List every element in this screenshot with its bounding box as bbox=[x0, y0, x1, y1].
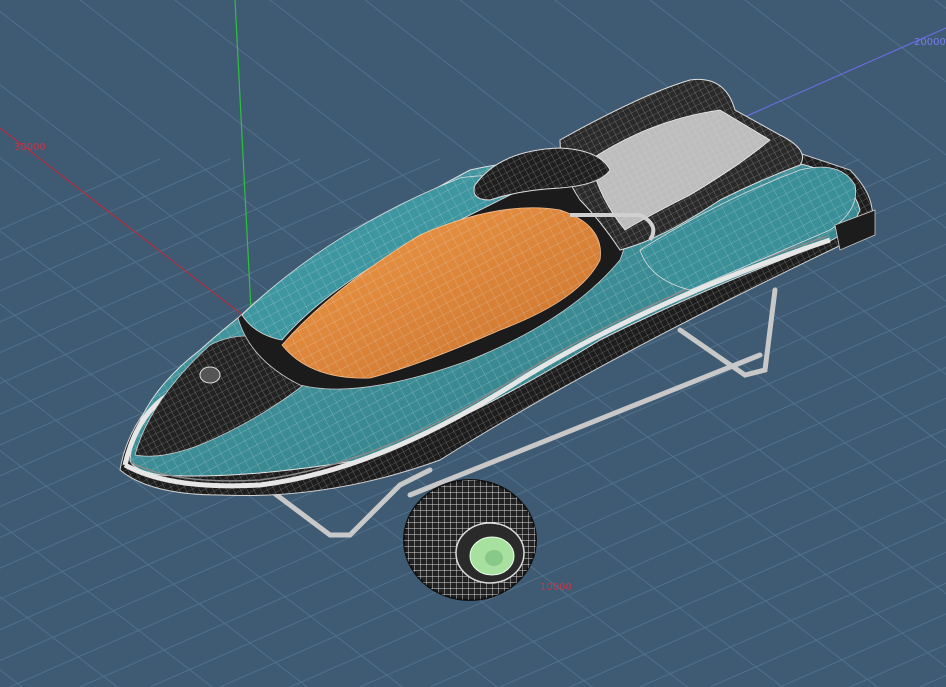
grid-line bbox=[919, 675, 946, 687]
grid-line bbox=[0, 596, 119, 687]
viewport-canvas[interactable]: 30000 10000 0 20000 10000 bbox=[0, 0, 946, 687]
wheel-hub-center bbox=[485, 550, 503, 566]
x-axis-label-far: 30000 bbox=[14, 142, 46, 153]
headlight bbox=[199, 366, 221, 384]
x-axis-label-near: 10000 bbox=[540, 582, 572, 593]
jetski-model[interactable] bbox=[119, 78, 876, 497]
trailer-wheel[interactable] bbox=[403, 479, 537, 601]
3d-viewport[interactable]: 30000 10000 0 20000 10000 bbox=[0, 0, 946, 687]
y-axis-line bbox=[234, 0, 253, 331]
x-axis-line bbox=[0, 127, 263, 331]
grid-line bbox=[0, 158, 161, 230]
grid-line bbox=[0, 669, 24, 687]
z-axis-label-far: 20000 bbox=[914, 37, 946, 48]
